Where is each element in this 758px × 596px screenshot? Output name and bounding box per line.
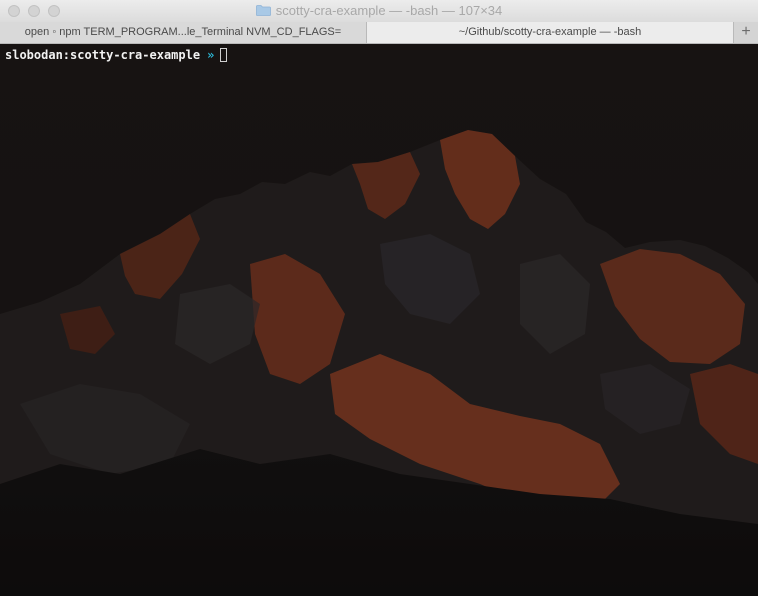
window-title: scotty-cra-example — -bash — 107×34 <box>0 0 758 22</box>
mountain-wallpaper <box>0 44 758 596</box>
prompt-symbol: » <box>207 48 215 62</box>
tab-npm-process[interactable]: open ◦ npm TERM_PROGRAM...le_Terminal NV… <box>0 22 367 43</box>
tab-bash[interactable]: ~/Github/scotty-cra-example — -bash <box>367 22 734 43</box>
tab-bar: open ◦ npm TERM_PROGRAM...le_Terminal NV… <box>0 22 758 44</box>
terminal-window: scotty-cra-example — -bash — 107×34 open… <box>0 0 758 596</box>
text-cursor <box>220 48 228 62</box>
window-title-text: scotty-cra-example — -bash — 107×34 <box>275 3 503 18</box>
folder-icon <box>255 5 271 16</box>
terminal-content[interactable]: slobodan:scotty-cra-example » <box>0 44 758 596</box>
title-bar[interactable]: scotty-cra-example — -bash — 107×34 <box>0 0 758 23</box>
new-tab-button[interactable]: + <box>734 22 758 43</box>
prompt-path: slobodan:scotty-cra-example <box>5 48 201 62</box>
plus-icon: + <box>741 23 751 40</box>
prompt-line[interactable]: slobodan:scotty-cra-example » <box>5 47 228 63</box>
